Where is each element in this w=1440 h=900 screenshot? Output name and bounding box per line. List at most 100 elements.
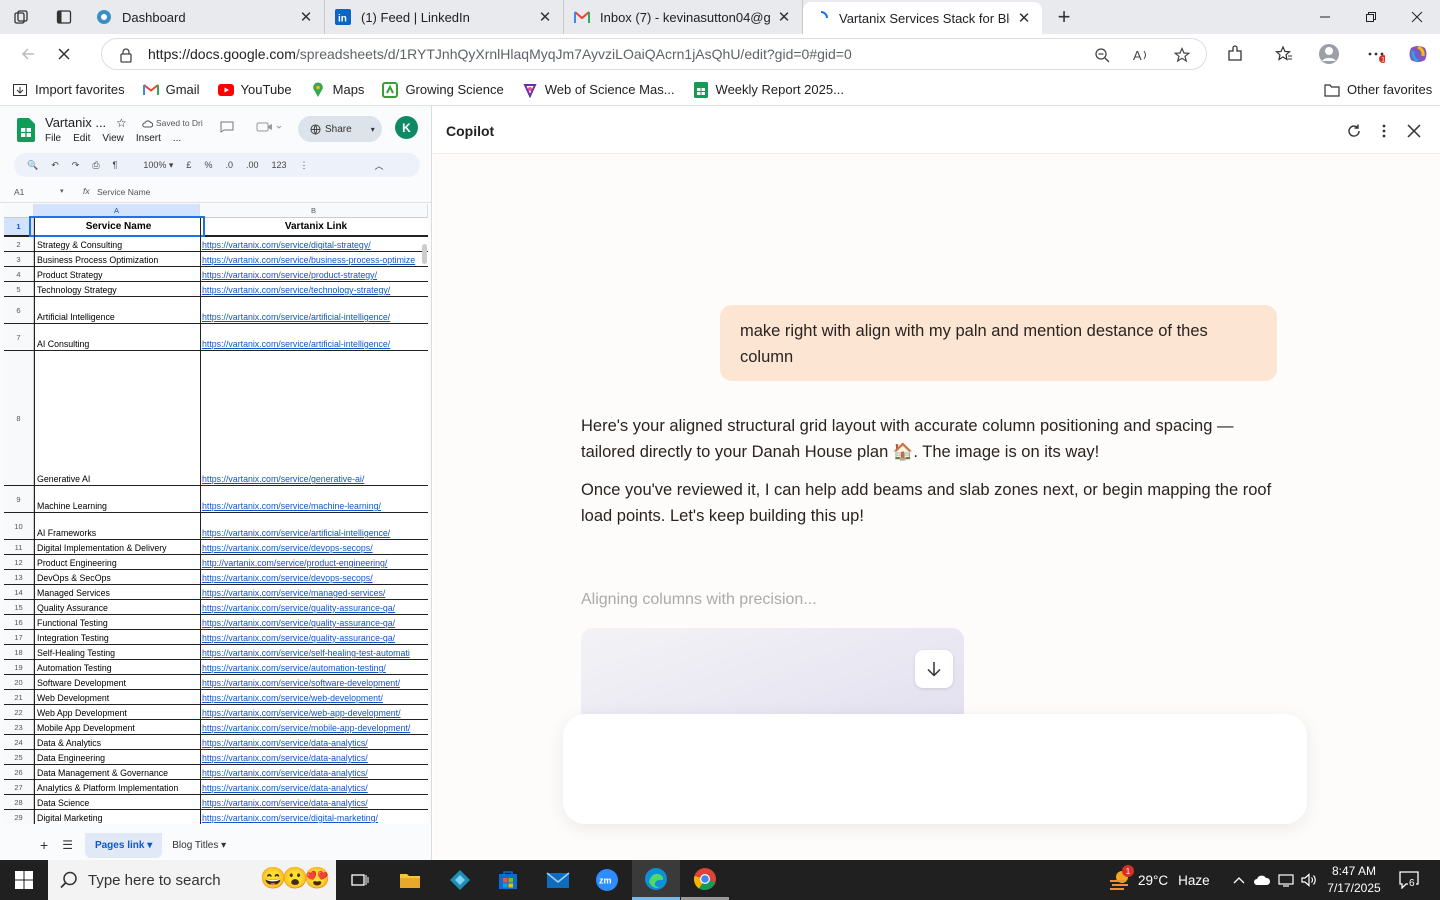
more-toolbar-icon[interactable]: ⋮ [300,160,309,171]
redo-icon[interactable]: ↷ [72,160,80,171]
profile-avatar[interactable] [1313,38,1345,70]
cell-vartanix-link[interactable]: https://vartanix.com/service/digital-str… [201,240,428,250]
cell-service-name[interactable]: Data Science [34,798,200,808]
cell-vartanix-link[interactable]: https://vartanix.com/service/self-healin… [201,648,428,658]
collapse-toolbar-icon[interactable]: ︿ [375,159,384,172]
close-icon[interactable] [1403,120,1425,142]
row-number[interactable]: 2 [4,237,34,251]
cell-vartanix-link[interactable]: https://vartanix.com/service/business-pr… [201,255,428,265]
back-button[interactable] [10,38,46,70]
comment-icon[interactable] [220,121,234,133]
cell-vartanix-link[interactable]: https://vartanix.com/service/artificial-… [201,312,428,322]
cell-service-name[interactable]: Analytics & Platform Implementation [34,783,200,793]
other-favorites[interactable]: Other favorites [1324,82,1432,98]
volume-icon[interactable] [1300,870,1318,890]
message-composer[interactable] [563,714,1307,824]
decrease-decimal-button[interactable]: .0 [225,160,233,170]
cell-vartanix-link[interactable]: https://vartanix.com/service/quality-ass… [201,633,428,643]
tab-gmail[interactable]: Inbox (7) - kevinasutton04@gmai ✕ [564,0,803,34]
cell-vartanix-link[interactable]: https://vartanix.com/service/web-app-dev… [201,708,428,718]
tab-linkedin[interactable]: in (1) Feed | LinkedIn ✕ [325,0,564,34]
cell-vartanix-link[interactable]: https://vartanix.com/service/web-develop… [201,693,428,703]
edge-browser-icon[interactable] [632,860,680,900]
column-header-a[interactable]: A [34,204,200,218]
show-hidden-icons-icon[interactable] [1230,870,1248,890]
column-header-b[interactable]: B [200,204,428,218]
vertical-scrollbar-thumb[interactable] [422,244,427,264]
favorite-import[interactable]: Import favorites [12,82,125,98]
cell-vartanix-link[interactable]: https://vartanix.com/service/product-str… [201,270,428,280]
cell-ref-dropdown-icon[interactable]: ▾ [60,187,64,195]
row-number[interactable]: 20 [4,675,34,689]
zoom-icon[interactable] [1092,45,1112,65]
row-number[interactable]: 24 [4,735,34,749]
row-number[interactable]: 12 [4,555,34,569]
cell-service-name[interactable]: DevOps & SecOps [34,573,200,583]
zoom-app-icon[interactable]: zm [583,860,631,900]
favorite-growing-science[interactable]: Growing Science [382,81,504,98]
taskbar-search-box[interactable]: Type here to search 😄😮😍 [48,860,336,900]
row-number[interactable]: 27 [4,780,34,794]
cell-vartanix-link[interactable]: https://vartanix.com/service/quality-ass… [201,603,428,613]
row-number[interactable]: 14 [4,585,34,599]
close-tab-icon[interactable]: ✕ [298,9,314,26]
percent-format-button[interactable]: % [204,160,212,170]
vpn-app-icon[interactable] [436,860,484,900]
cell-service-name[interactable]: Integration Testing [34,633,200,643]
file-explorer-icon[interactable] [386,860,434,900]
cell-vartanix-link[interactable]: https://vartanix.com/service/managed-ser… [201,588,428,598]
cell-service-name[interactable]: Business Process Optimization [34,255,200,265]
cell-vartanix-link[interactable]: https://vartanix.com/service/machine-lea… [201,501,428,511]
menu-file[interactable]: File [45,133,61,144]
row-number[interactable]: 22 [4,705,34,719]
stop-loading-button[interactable] [46,38,82,70]
cell-vartanix-link[interactable]: http://vartanix.com/service/product-engi… [201,558,428,568]
cell-service-name[interactable]: Technology Strategy [34,285,200,295]
read-aloud-icon[interactable]: A [1132,45,1152,65]
row-number[interactable]: 1 [4,218,34,235]
cell-service-name[interactable]: Data & Analytics [34,738,200,748]
row-number[interactable]: 7 [4,324,34,350]
favorites-icon[interactable] [1268,38,1300,70]
tab-dashboard[interactable]: Dashboard ✕ [86,0,325,34]
start-button[interactable] [0,860,48,900]
cell-service-name[interactable]: Data Engineering [34,753,200,763]
menu-insert[interactable]: Insert [136,133,161,144]
site-info-icon[interactable] [116,45,136,65]
cell-service-name[interactable]: Software Development [34,678,200,688]
cell-service-name[interactable]: Product Engineering [34,558,200,568]
refresh-icon[interactable] [1343,120,1365,142]
search-menus-icon[interactable]: 🔍 [27,160,38,171]
share-dropdown-icon[interactable]: ▾ [371,125,375,134]
cell-service-name[interactable]: Web App Development [34,708,200,718]
cell-vartanix-link-header[interactable]: Vartanix Link [201,221,428,232]
print-icon[interactable]: ⎙ [92,160,99,171]
sheet-tab-blog-titles[interactable]: Blog Titles ▾ [172,840,226,851]
spreadsheet-grid[interactable]: A B 1 Service Name Vartanix Link 2 Strate… [4,204,428,824]
cell-vartanix-link[interactable]: https://vartanix.com/service/quality-ass… [201,618,428,628]
sheet-tab-pages-link[interactable]: Pages link ▾ [84,832,163,858]
star-icon[interactable]: ☆ [116,116,127,130]
favorite-weekly-report[interactable]: Weekly Report 2025... [693,81,844,98]
cell-service-name[interactable]: Quality Assurance [34,603,200,613]
minimize-button[interactable] [1302,0,1348,34]
new-tab-button[interactable]: + [1042,0,1086,34]
workspaces-icon[interactable] [0,0,42,34]
row-number[interactable]: 10 [4,513,34,539]
row-number[interactable]: 21 [4,690,34,704]
close-tab-icon[interactable]: ✕ [1016,10,1032,27]
add-sheet-icon[interactable]: + [40,837,48,853]
favorite-gmail[interactable]: Gmail [142,82,200,98]
zoom-select[interactable]: 100% ▾ [130,160,173,171]
cell-service-name[interactable]: Machine Learning [34,501,200,511]
currency-format-button[interactable]: £ [186,160,191,170]
menu-edit[interactable]: Edit [73,133,90,144]
cell-vartanix-link[interactable]: https://vartanix.com/service/artificial-… [201,339,428,349]
notification-center-icon[interactable]: 6 [1398,870,1420,890]
document-title[interactable]: Vartanix ... [45,115,106,130]
favorite-web-of-science[interactable]: Web of Science Mas... [522,82,675,98]
cell-service-name[interactable]: Data Management & Governance [34,768,200,778]
network-icon[interactable] [1277,870,1295,890]
row-number[interactable]: 6 [4,297,34,323]
system-clock[interactable]: 8:47 AM 7/17/2025 [1324,863,1384,897]
